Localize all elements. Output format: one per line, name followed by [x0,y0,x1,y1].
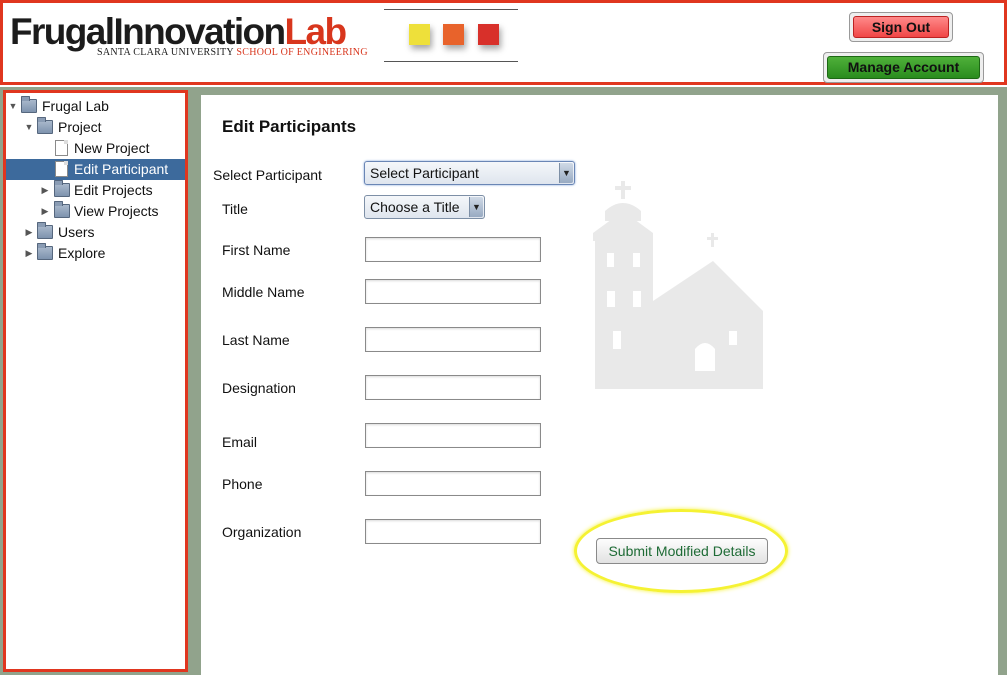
last-name-field[interactable] [365,327,541,352]
folder-icon [54,180,70,197]
tree-item-label: Users [58,224,95,240]
expand-triangle-icon[interactable]: ▼ [8,96,18,117]
tree-item-label: Frugal Lab [42,98,109,114]
main-panel: Edit Participants Select Participant Sel… [201,95,998,675]
tree-item-label: Project [58,119,102,135]
tree-item-users[interactable]: ▶ Users [6,222,185,243]
collapse-triangle-icon[interactable]: ▶ [24,222,34,243]
collapse-triangle-icon[interactable]: ▶ [40,201,50,222]
yellow-square-icon [409,24,430,45]
middle-name-label: Middle Name [222,284,305,300]
tree-item-edit-participant[interactable]: Edit Participant [6,159,185,180]
sign-out-button[interactable]: Sign Out [849,12,953,42]
submit-modified-details-button[interactable]: Submit Modified Details [596,538,768,564]
folder-icon [54,201,70,218]
first-name-label: First Name [222,242,291,258]
collapse-triangle-icon[interactable]: ▶ [24,243,34,264]
logo-subtitle: SANTA CLARA UNIVERSITY SCHOOL OF ENGINEE… [97,47,368,58]
manage-account-button[interactable]: Manage Account [823,52,984,83]
logo-subtitle-school: SCHOOL OF ENGINEERING [236,47,368,58]
tree-item-label: Explore [58,245,106,261]
sign-out-label: Sign Out [853,16,949,38]
tree-item-label: Edit Participant [74,161,169,177]
participant-select-value: Select Participant [370,165,479,181]
phone-field[interactable] [365,471,541,496]
title-select[interactable]: Choose a Title ▼ [364,195,485,219]
middle-name-field[interactable] [365,279,541,304]
email-label: Email [222,434,258,450]
logo-text-lab: Lab [284,11,348,52]
organization-field[interactable] [365,519,541,544]
manage-account-label: Manage Account [827,56,980,79]
tree-item-view-projects[interactable]: ▶ View Projects [6,201,185,222]
sidebar: ▼ Frugal Lab ▼ Project New Project Edit … [0,87,191,675]
header: FrugalInnovationLab SANTA CLARA UNIVERSI… [0,0,1007,85]
folder-icon [21,96,37,113]
document-icon [55,161,68,177]
email-field[interactable] [365,423,541,448]
red-square-icon [478,24,499,45]
expand-triangle-icon[interactable]: ▼ [24,117,34,138]
dropdown-arrow-icon: ▼ [559,163,573,183]
folder-icon [37,243,53,260]
page-title: Edit Participants [222,117,357,136]
document-icon [55,140,68,156]
tree-item-edit-projects[interactable]: ▶ Edit Projects [6,180,185,201]
phone-label: Phone [222,476,263,492]
orange-square-icon [443,24,464,45]
tree-item-frugal-lab[interactable]: ▼ Frugal Lab [6,96,185,117]
select-participant-label: Select Participant [213,167,322,183]
logo-squares-icon [384,9,518,62]
folder-icon [37,117,53,134]
navigation-tree: ▼ Frugal Lab ▼ Project New Project Edit … [3,90,188,672]
organization-label: Organization [222,524,302,540]
main-frame: Edit Participants Select Participant Sel… [191,87,1007,675]
collapse-triangle-icon[interactable]: ▶ [40,180,50,201]
dropdown-arrow-icon: ▼ [469,197,483,217]
logo-subtitle-university: SANTA CLARA UNIVERSITY [97,47,234,58]
first-name-field[interactable] [365,237,541,262]
tree-item-new-project[interactable]: New Project [6,138,185,159]
tree-item-label: View Projects [74,203,159,219]
participant-select[interactable]: Select Participant ▼ [364,161,575,185]
designation-field[interactable] [365,375,541,400]
title-select-value: Choose a Title [370,199,460,215]
last-name-label: Last Name [222,332,290,348]
title-label: Title [222,201,248,217]
tree-item-label: Edit Projects [74,182,153,198]
designation-label: Designation [222,380,296,396]
tree-item-label: New Project [74,140,150,156]
mission-church-watermark-icon [593,181,763,389]
logo-text-main: FrugalInnovation [10,11,286,52]
logo-wordmark: FrugalInnovationLab [10,11,348,52]
folder-icon [37,222,53,239]
tree-item-project[interactable]: ▼ Project [6,117,185,138]
tree-item-explore[interactable]: ▶ Explore [6,243,185,264]
